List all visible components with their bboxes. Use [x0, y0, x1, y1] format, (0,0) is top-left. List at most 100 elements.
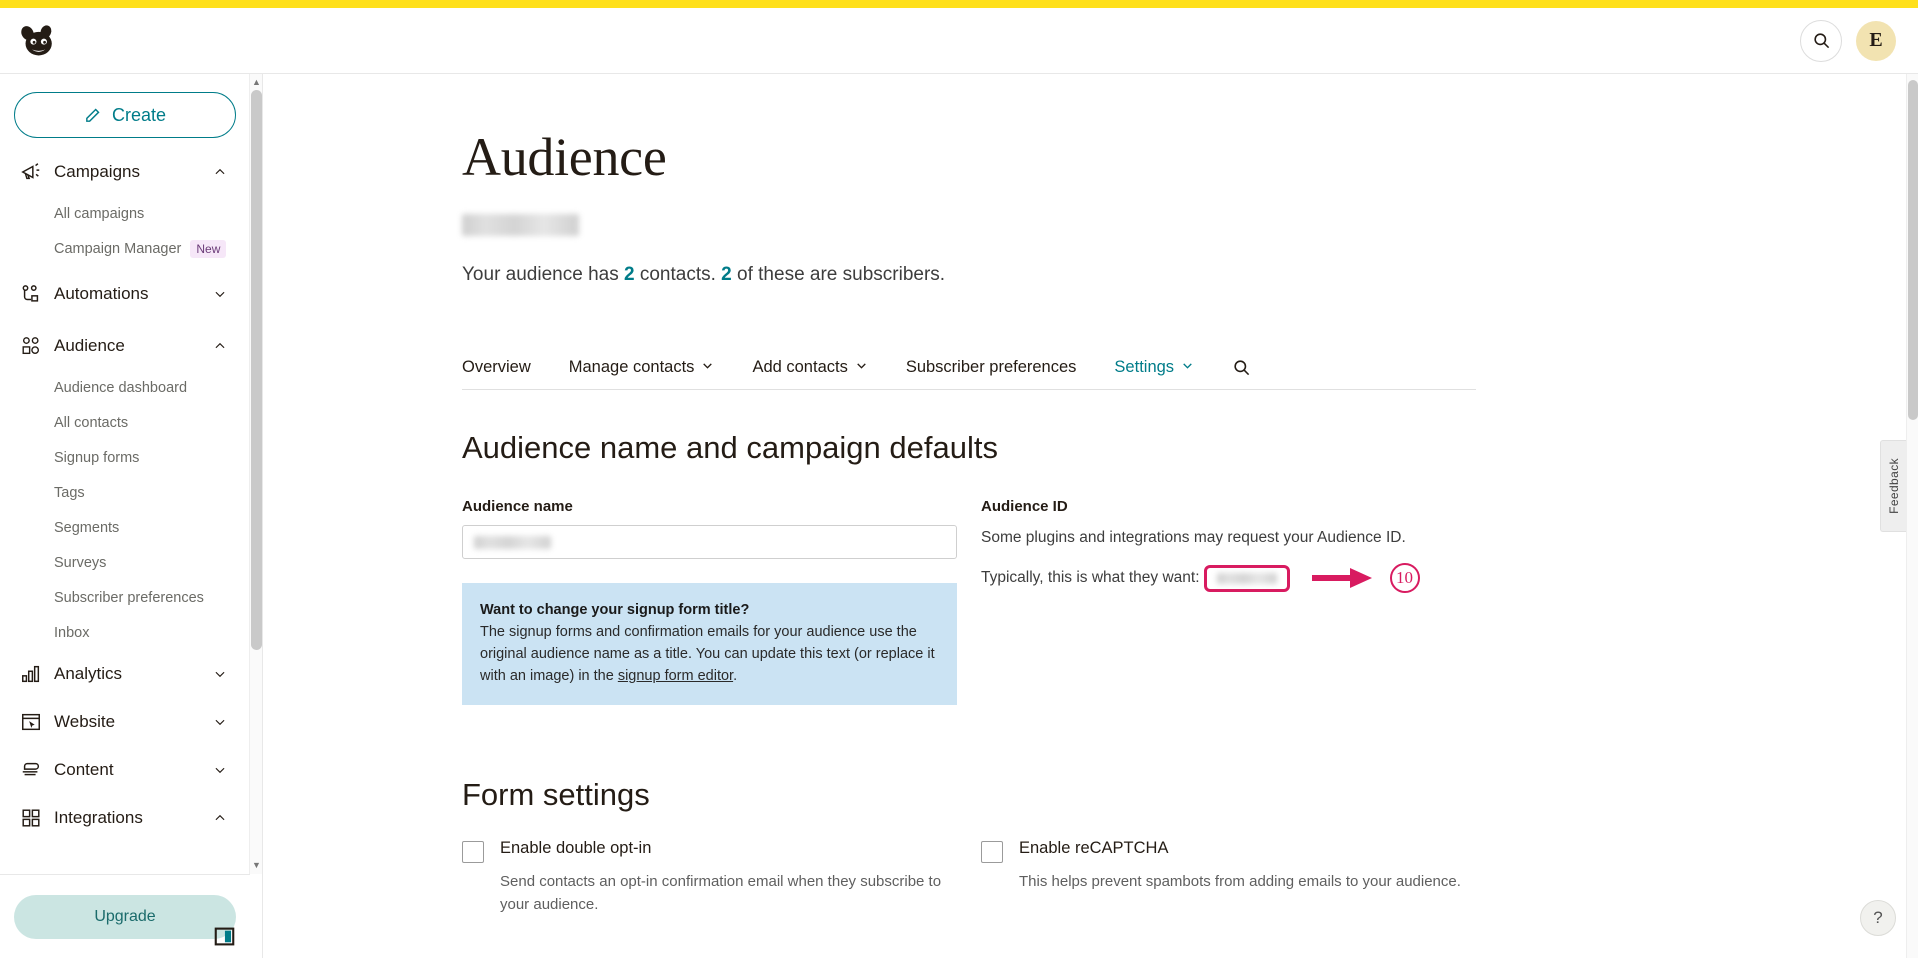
audience-name-input[interactable] — [462, 525, 957, 559]
tab-manage-contacts[interactable]: Manage contacts — [569, 358, 715, 377]
sidebar-item-tags[interactable]: Tags — [14, 475, 236, 510]
help-icon: ? — [1873, 908, 1883, 927]
sidebar-label-tags: Tags — [54, 484, 85, 501]
pencil-icon — [86, 107, 100, 122]
feedback-tab-label: Feedback — [1886, 458, 1901, 514]
app-header: E — [0, 8, 1918, 74]
grid-icon — [20, 807, 54, 829]
sidebar-item-segments[interactable]: Segments — [14, 510, 236, 545]
content-icon — [20, 759, 54, 781]
sidebar-item-all-campaigns[interactable]: All campaigns — [14, 196, 236, 231]
contacts-middle: contacts. — [634, 264, 722, 285]
tab-label-settings: Settings — [1114, 358, 1175, 376]
chevron-down-icon — [701, 358, 714, 377]
sidebar-item-campaign-manager[interactable]: Campaign Manager New — [14, 231, 236, 266]
sidebar-label-surveys: Surveys — [54, 554, 107, 571]
tab-subscriber-preferences[interactable]: Subscriber preferences — [906, 358, 1077, 377]
chevron-down-icon — [855, 358, 868, 377]
avatar-initial: E — [1869, 29, 1883, 51]
nav-group-campaigns: Campaigns All campaigns Campaign Manager… — [14, 148, 236, 266]
main-scrollbar-thumb[interactable] — [1908, 80, 1918, 420]
signup-form-title-callout: Want to change your signup form title? T… — [462, 583, 957, 706]
sidebar-item-integrations[interactable]: Integrations — [14, 794, 236, 842]
audience-id-typical-row: Typically, this is what they want: 10 — [981, 563, 1541, 593]
chevron-down-icon — [1181, 358, 1194, 377]
audience-id-description: Some plugins and integrations may reques… — [981, 529, 1406, 546]
form-settings-options: Enable double opt-in Send contacts an op… — [462, 839, 1663, 916]
audience-name-label: Audience name — [462, 498, 573, 515]
sidebar-item-content[interactable]: Content — [14, 746, 236, 794]
panel-collapse-icon[interactable] — [214, 926, 236, 948]
sidebar-item-audience-dashboard[interactable]: Audience dashboard — [14, 370, 236, 405]
website-icon — [20, 711, 54, 733]
audience-id-value-highlight[interactable] — [1203, 564, 1290, 592]
tab-add-contacts[interactable]: Add contacts — [752, 358, 867, 377]
arrow-right-annotation-icon — [1310, 565, 1376, 591]
signup-form-editor-link[interactable]: signup form editor — [618, 668, 733, 684]
sidebar-scrollbar[interactable]: ▲ ▼ — [249, 74, 262, 874]
sidebar-item-all-contacts[interactable]: All contacts — [14, 405, 236, 440]
audience-id-typical-label: Typically, this is what they want: — [981, 569, 1200, 586]
chevron-up-icon — [212, 810, 228, 826]
tab-label-manage-contacts: Manage contacts — [568, 358, 695, 376]
sidebar-label-audience: Audience — [54, 336, 125, 355]
sidebar-label-content: Content — [54, 760, 114, 779]
settings-columns: Audience name Want to change your signup… — [462, 498, 1663, 706]
double-optin-checkbox[interactable] — [462, 841, 484, 864]
sidebar-item-analytics[interactable]: Analytics — [14, 650, 236, 698]
scroll-up-arrow-icon[interactable]: ▲ — [252, 78, 261, 87]
sidebar-item-surveys[interactable]: Surveys — [14, 545, 236, 580]
tab-settings[interactable]: Settings — [1114, 358, 1194, 377]
callout-body-end: . — [733, 668, 738, 685]
option-double-optin: Enable double opt-in Send contacts an op… — [462, 839, 981, 916]
upgrade-button[interactable]: Upgrade — [14, 894, 236, 939]
sidebar-label-segments: Segments — [54, 519, 120, 536]
sidebar-label-all-contacts: All contacts — [54, 414, 129, 431]
audience-id-value-redacted — [1216, 572, 1277, 584]
recaptcha-checkbox[interactable] — [981, 841, 1003, 864]
search-icon[interactable] — [1800, 19, 1842, 62]
sidebar-label-campaign-manager: Campaign Manager — [54, 240, 182, 257]
sidebar-label-subscriber-preferences: Subscriber preferences — [54, 589, 204, 606]
sidebar-item-website[interactable]: Website — [14, 698, 236, 746]
recaptcha-label: Enable reCAPTCHA — [1019, 839, 1169, 858]
help-button[interactable]: ? — [1860, 900, 1896, 936]
sidebar-label-signup-forms: Signup forms — [54, 449, 140, 466]
recaptcha-description: This helps prevent spambots from adding … — [1019, 873, 1461, 891]
feedback-tab[interactable]: Feedback — [1880, 440, 1906, 532]
tab-overview[interactable]: Overview — [462, 358, 531, 377]
create-button[interactable]: Create — [14, 92, 236, 138]
tab-label-overview: Overview — [462, 358, 531, 376]
sidebar-item-subscriber-preferences[interactable]: Subscriber preferences — [14, 580, 236, 615]
chevron-down-icon — [212, 762, 228, 778]
sidebar: Create Campaigns All campaigns Campaign … — [0, 74, 263, 958]
double-optin-description: Send contacts an opt-in confirmation ema… — [500, 873, 942, 913]
sidebar-label-analytics: Analytics — [54, 664, 123, 683]
tab-search-icon[interactable] — [1232, 358, 1251, 377]
settings-column-right: Audience ID Some plugins and integration… — [981, 498, 1541, 705]
sidebar-item-signup-forms[interactable]: Signup forms — [14, 440, 236, 475]
mailchimp-audience-settings-page: E Create Campaigns All campaigns Campaig… — [0, 0, 1918, 958]
sidebar-item-campaigns[interactable]: Campaigns — [14, 148, 236, 196]
audience-tabbar: Overview Manage contacts Add contacts Su… — [462, 358, 1476, 390]
sidebar-item-audience[interactable]: Audience — [14, 322, 236, 370]
scroll-down-arrow-icon[interactable]: ▼ — [252, 861, 261, 870]
avatar[interactable]: E — [1856, 20, 1896, 61]
audience-settings-content: Audience Your audience has 2 contacts. 2… — [263, 74, 1663, 916]
audience-name-redacted — [462, 214, 579, 236]
mailchimp-logo[interactable] — [14, 17, 62, 65]
contacts-suffix: of these are subscribers. — [731, 264, 946, 285]
callout-title: Want to change your signup form title? — [480, 602, 750, 618]
section-title-form-settings: Form settings — [462, 777, 650, 813]
sidebar-item-automations[interactable]: Automations — [14, 270, 236, 318]
main-scrollbar[interactable] — [1906, 74, 1918, 958]
sidebar-item-inbox[interactable]: Inbox — [14, 615, 236, 650]
sidebar-scrollbar-thumb[interactable] — [251, 90, 262, 650]
automations-icon — [20, 283, 54, 305]
recaptcha-row: Enable reCAPTCHA — [981, 839, 1500, 864]
main-content: Audience Your audience has 2 contacts. 2… — [263, 74, 1906, 958]
chevron-up-icon — [212, 338, 228, 354]
megaphone-icon — [20, 161, 54, 183]
chevron-down-icon — [212, 714, 228, 730]
brand-accent-bar — [0, 0, 1918, 8]
